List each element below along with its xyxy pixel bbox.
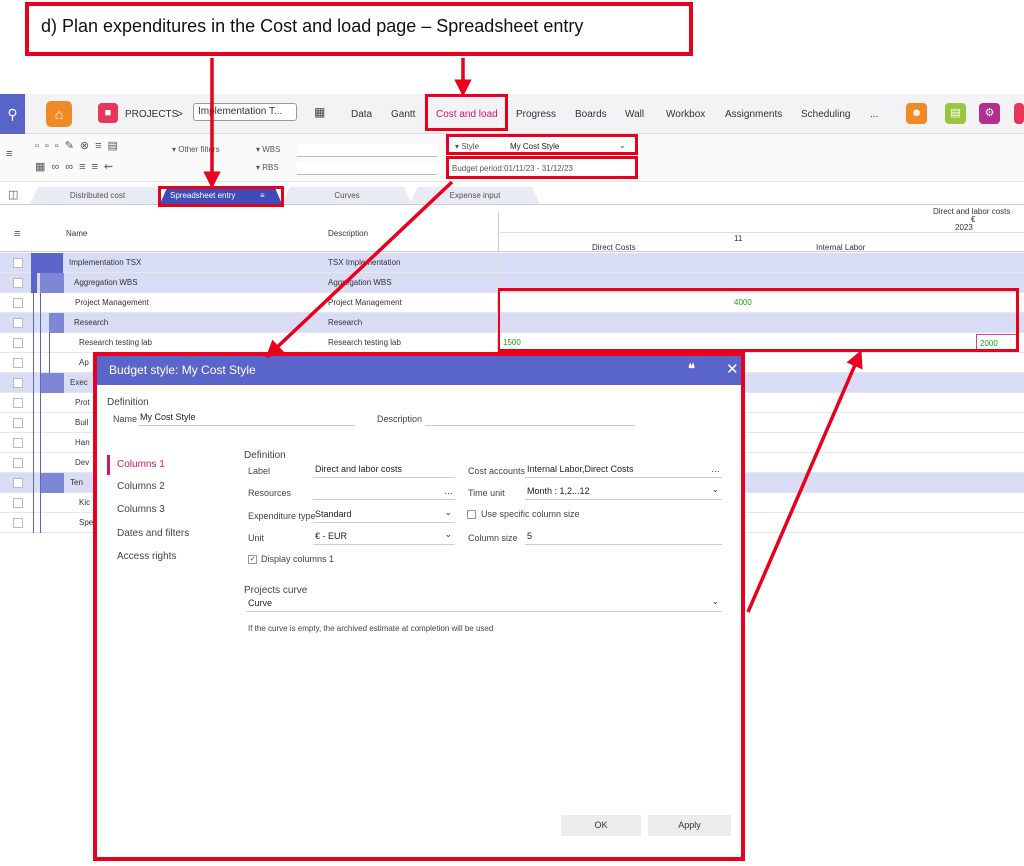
arrow-to-values — [746, 349, 863, 613]
annotation-arrows — [203, 58, 863, 613]
arrow-to-dialog — [265, 180, 454, 359]
